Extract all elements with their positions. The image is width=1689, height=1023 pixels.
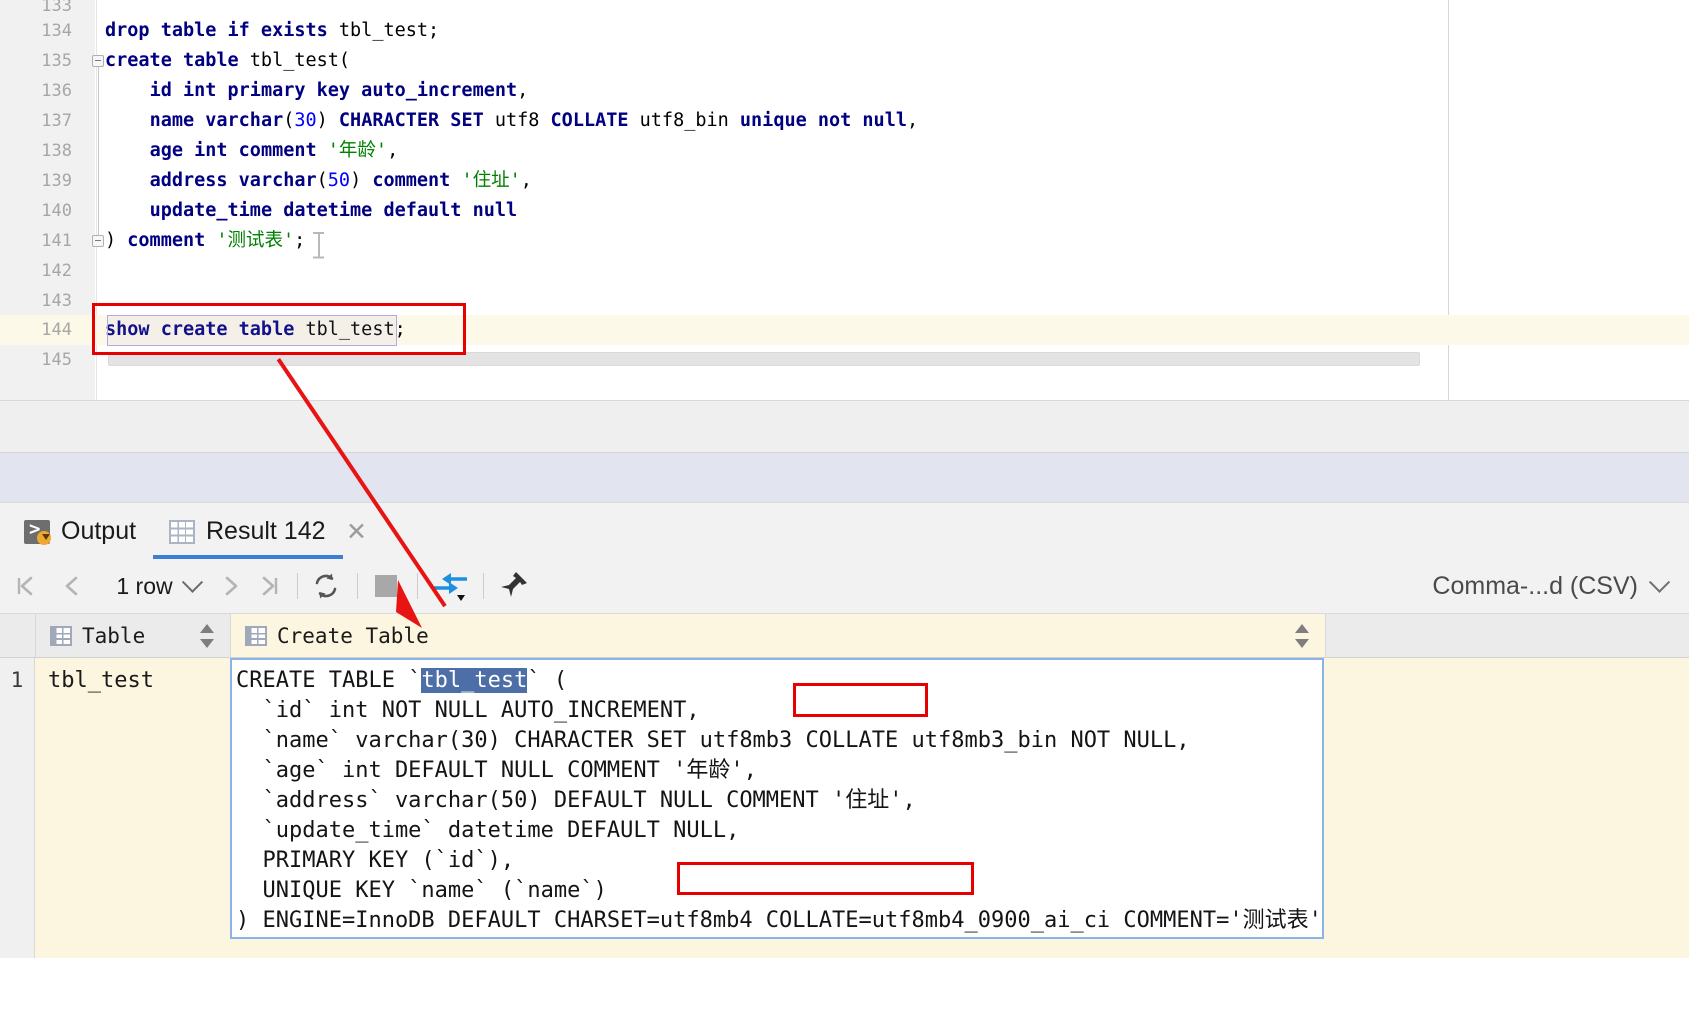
code-text: id int primary key auto_increment, (149, 80, 529, 101)
code-text: age int comment '年龄', (149, 140, 399, 161)
toolbar-separator (297, 573, 298, 599)
line-number: 143 (41, 291, 72, 311)
console-output-icon (24, 518, 51, 545)
pin-button[interactable] (491, 559, 535, 613)
export-format-label: Comma-...d (CSV) (1432, 571, 1638, 600)
line-number: 140 (41, 201, 72, 221)
line-number: 134 (41, 21, 72, 41)
close-icon[interactable]: ✕ (346, 517, 367, 547)
column-header-table[interactable]: Table (36, 614, 230, 657)
column-header-label: Table (82, 623, 146, 648)
code-text: name varchar(30) CHARACTER SET utf8 COLL… (149, 110, 919, 131)
editor-line: 142 (0, 256, 1689, 286)
line-number: 144 (41, 320, 72, 340)
grid-table-icon (169, 519, 195, 544)
line-number: 145 (41, 350, 72, 370)
code-text: update_time datetime default null (149, 200, 518, 221)
stop-button[interactable] (365, 559, 407, 613)
stop-icon (375, 575, 397, 597)
column-header-label: Create Table (277, 623, 429, 648)
panel-divider-band (0, 453, 1689, 502)
column-grid-icon (50, 625, 72, 646)
code-text: drop table if exists tbl_test; (105, 20, 440, 41)
import-export-icon (433, 573, 467, 601)
editor-status-band (0, 400, 1689, 453)
editor-horizontal-scrollbar[interactable] (108, 352, 1420, 366)
first-page-icon (17, 576, 33, 596)
next-page-button[interactable] (212, 559, 250, 613)
last-page-icon (262, 576, 278, 596)
sql-ide-window: 133 134 drop table if exists tbl_test; 1… (0, 0, 1689, 1023)
sort-icon[interactable] (1295, 624, 1309, 648)
line-number: 138 (41, 141, 72, 161)
toolbar-separator (483, 573, 484, 599)
toolbar-separator (417, 573, 418, 599)
line-number: 137 (41, 111, 72, 131)
line-number: 135 (41, 51, 72, 71)
refresh-button[interactable] (305, 559, 347, 613)
editor-line: 141 ) comment '测试表'; (0, 226, 1689, 256)
result-toolbar: 1 row Comma-...d (CSV) (0, 559, 1689, 614)
chevron-down-icon (181, 571, 203, 593)
editor-line: 139 address varchar(50) comment '住址', (0, 166, 1689, 196)
column-header-create-table[interactable]: Create Table (231, 614, 1325, 657)
row-count-dropdown[interactable]: 1 row (98, 559, 218, 613)
tab-result-label: Result 142 (206, 517, 326, 545)
statement-selection-outline (107, 315, 397, 346)
prev-page-button[interactable] (52, 559, 90, 613)
editor-line: 140 update_time datetime default null (0, 196, 1689, 226)
code-text: address varchar(50) comment '住址', (149, 170, 532, 191)
import-export-button[interactable] (425, 559, 475, 613)
chevron-down-icon (1648, 571, 1671, 593)
editor-line: 143 (0, 286, 1689, 316)
result-table-header: Table Create Table (0, 614, 1689, 658)
results-tab-bar: Output Result 142 ✕ (0, 502, 1689, 559)
column-grid-icon (245, 625, 267, 646)
chevron-left-icon (65, 576, 78, 596)
refresh-icon (315, 573, 337, 599)
code-text: create table tbl_test( (105, 50, 351, 71)
last-page-button[interactable] (250, 559, 288, 613)
export-format-dropdown[interactable]: Comma-...d (CSV) (1432, 559, 1671, 613)
ddl-line: ` ( `id` int NOT NULL AUTO_INCREMENT, `n… (236, 668, 1322, 933)
editor-line: 137 name varchar(30) CHARACTER SET utf8 … (0, 106, 1689, 136)
row-count-label: 1 row (116, 572, 173, 599)
row-number: 1 (0, 658, 35, 958)
toolbar-separator (357, 573, 358, 599)
cell-create-table-ddl[interactable]: CREATE TABLE `tbl_test` ( `id` int NOT N… (230, 658, 1324, 939)
line-number: 139 (41, 171, 72, 191)
editor-line: 134 drop table if exists tbl_test; (0, 16, 1689, 46)
line-number: 142 (41, 261, 72, 281)
editor-line: 135 create table tbl_test( (0, 46, 1689, 76)
pin-icon (501, 572, 527, 597)
tab-output[interactable]: Output (8, 503, 153, 560)
selected-token: tbl_test (421, 668, 528, 693)
result-table-body: 1 tbl_test CREATE TABLE `tbl_test` ( `id… (0, 658, 1689, 958)
sql-editor[interactable]: 133 134 drop table if exists tbl_test; 1… (0, 0, 1689, 400)
cell-table-name[interactable]: tbl_test (36, 658, 230, 958)
line-number: 136 (41, 81, 72, 101)
header-separator (1325, 614, 1326, 657)
line-number: 141 (41, 231, 72, 251)
fold-collapse-icon[interactable] (92, 55, 104, 67)
ddl-line: CREATE TABLE ` (236, 668, 422, 693)
code-text: ) comment '测试表'; (105, 230, 306, 251)
editor-line: 138 age int comment '年龄', (0, 136, 1689, 166)
chevron-right-icon (225, 576, 238, 596)
first-page-button[interactable] (6, 559, 44, 613)
fold-expand-icon[interactable] (92, 235, 104, 247)
tab-output-label: Output (61, 517, 137, 545)
editor-line: 136 id int primary key auto_increment, (0, 76, 1689, 106)
text-cursor-ibeam (313, 232, 324, 258)
tab-result-142[interactable]: Result 142 (153, 503, 343, 560)
sort-icon[interactable] (200, 624, 214, 648)
